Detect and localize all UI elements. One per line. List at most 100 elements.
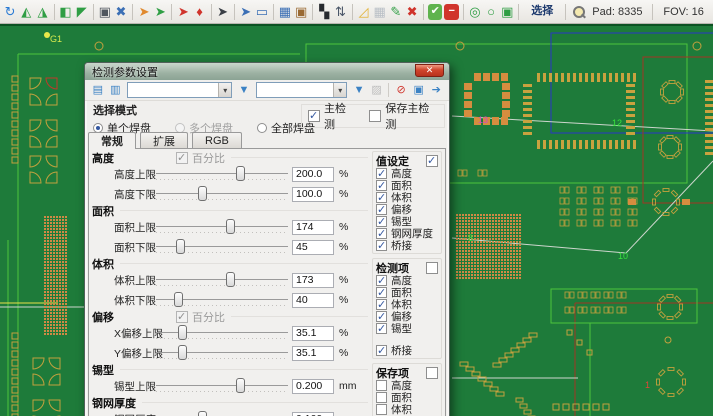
select-button[interactable]: 选择 [522, 3, 562, 21]
divider [120, 369, 368, 370]
mesh-icon[interactable]: ▦ [372, 3, 388, 21]
panel-checkbox[interactable] [426, 262, 438, 274]
slider-track [156, 332, 288, 333]
slider-thumb-icon[interactable] [198, 186, 207, 201]
flip-vertical-icon[interactable]: ◤ [74, 3, 90, 21]
param-value-input[interactable] [292, 293, 334, 308]
apply-template-2-icon[interactable]: ▼ [351, 82, 367, 98]
panel-checkbox[interactable] [426, 367, 438, 379]
slider-thumb-icon[interactable] [178, 345, 187, 360]
param-value-input[interactable] [292, 379, 334, 394]
tools-icon[interactable]: ✖ [113, 3, 129, 21]
apply-template-1-icon[interactable]: ▼ [236, 82, 252, 98]
edit-icon[interactable]: ✎ [388, 3, 404, 21]
slider-thumb-icon[interactable] [226, 272, 235, 287]
mirror-a-right-icon[interactable]: ◮ [34, 3, 50, 21]
stats-icon: ▨ [369, 82, 385, 98]
sort-az-icon[interactable]: ⇅ [332, 3, 348, 21]
param-value-input[interactable] [292, 167, 334, 182]
param-slider[interactable] [156, 185, 288, 203]
option-item[interactable]: 桥接 [376, 239, 438, 251]
param-label: 锡型上限 [92, 379, 156, 394]
param-row: 体积下限% [92, 290, 368, 310]
toolbar-separator [171, 4, 172, 20]
option-item[interactable]: 桥接 [376, 344, 438, 356]
open-icon[interactable]: ▤ [90, 82, 106, 98]
param-value-input[interactable] [292, 326, 334, 341]
pin-red-icon[interactable]: ➤ [175, 3, 191, 21]
ruler-icon[interactable]: ◿ [355, 3, 371, 21]
slider-ticks [156, 179, 288, 180]
selection-box-icon[interactable]: ▭ [254, 3, 270, 21]
pin-blue-icon[interactable]: ➤ [238, 3, 254, 21]
open-add-icon[interactable]: ▥ [108, 82, 124, 98]
param-value-input[interactable] [292, 187, 334, 202]
param-slider[interactable] [156, 271, 288, 289]
grid-icon[interactable]: ▦ [277, 3, 293, 21]
location-marker-icon[interactable]: ♦ [191, 3, 207, 21]
slider-thumb-icon[interactable] [226, 219, 235, 234]
save-icon[interactable]: ▣ [411, 82, 427, 98]
close-icon[interactable]: ✕ [415, 64, 444, 77]
tab-general[interactable]: 常规 [88, 132, 136, 149]
pin-green-icon[interactable]: ➤ [152, 3, 168, 21]
check-main-detection[interactable]: 主检测 [308, 100, 355, 132]
param-value-input[interactable] [292, 273, 334, 288]
target-icon[interactable]: ◎ [467, 3, 483, 21]
template-combo-1[interactable]: ▾ [127, 82, 232, 98]
tab-extended[interactable]: 扩展 [140, 132, 188, 148]
slider-thumb-icon[interactable] [236, 166, 245, 181]
param-slider[interactable] [156, 344, 288, 362]
param-value-input[interactable] [292, 220, 334, 235]
param-value-input[interactable] [292, 346, 334, 361]
camera-icon[interactable]: ▣ [293, 3, 309, 21]
param-slider[interactable] [156, 377, 288, 395]
pin-orange-icon[interactable]: ➤ [136, 3, 152, 21]
param-group-header: 体积 [92, 257, 368, 270]
pin-dark-icon[interactable]: ➤ [215, 3, 231, 21]
param-group-header: 偏移百分比 [92, 310, 368, 323]
slider-thumb-icon[interactable] [176, 239, 185, 254]
cancel-icon[interactable]: ⊘ [393, 82, 409, 98]
zoom-icon[interactable] [569, 3, 585, 21]
delete-icon[interactable]: ✖ [404, 3, 420, 21]
dialog-content: 高度百分比高度上限%高度下限%面积面积上限%面积下限%体积体积上限%体积下限%偏… [88, 148, 446, 416]
param-slider[interactable] [156, 410, 288, 416]
tiles-icon[interactable]: ▚ [316, 3, 332, 21]
capture-icon[interactable]: ▣ [97, 3, 113, 21]
panel-checkbox[interactable] [426, 155, 438, 167]
slider-thumb-icon[interactable] [174, 292, 183, 307]
param-unit: % [339, 221, 348, 233]
param-value-input[interactable] [292, 240, 334, 255]
flip-horizontal-icon[interactable]: ◧ [57, 3, 73, 21]
slider-track [156, 385, 288, 386]
param-slider[interactable] [156, 218, 288, 236]
mirror-a-left-icon[interactable]: ◭ [18, 3, 34, 21]
option-item[interactable]: 锡型 [376, 322, 438, 334]
param-group-1: 面积面积上限%面积下限% [92, 204, 368, 257]
param-slider[interactable] [156, 291, 288, 309]
square-circle-icon[interactable]: ▣ [499, 3, 515, 21]
param-label: Y偏移上限 [92, 346, 156, 361]
dialog-titlebar[interactable]: 检测参数设置 ✕ [85, 63, 449, 80]
export-icon[interactable]: ➔ [428, 82, 444, 98]
param-slider[interactable] [156, 324, 288, 342]
param-slider[interactable] [156, 238, 288, 256]
toolbar-separator [463, 4, 464, 20]
param-slider[interactable] [156, 165, 288, 183]
stop-icon[interactable]: − [444, 4, 458, 20]
confirm-icon[interactable]: ✔ [428, 4, 442, 20]
slider-thumb-icon[interactable] [236, 378, 245, 393]
rotate-icon[interactable]: ↻ [2, 3, 18, 21]
slider-thumb-icon[interactable] [178, 325, 187, 340]
svg-text:13: 13 [478, 115, 488, 125]
param-value-input[interactable] [292, 412, 334, 416]
slider-ticks [156, 358, 288, 359]
param-label: 钢网厚度 [92, 412, 156, 416]
slider-thumb-icon[interactable] [198, 411, 207, 416]
circle-icon[interactable]: ○ [483, 3, 499, 21]
tab-rgb[interactable]: RGB [192, 132, 242, 148]
template-combo-2[interactable]: ▾ [256, 82, 347, 98]
check-save-main-detection[interactable]: 保存主检测 [369, 100, 438, 132]
option-panel-2: 保存项高度面积体积偏移 [372, 363, 442, 416]
